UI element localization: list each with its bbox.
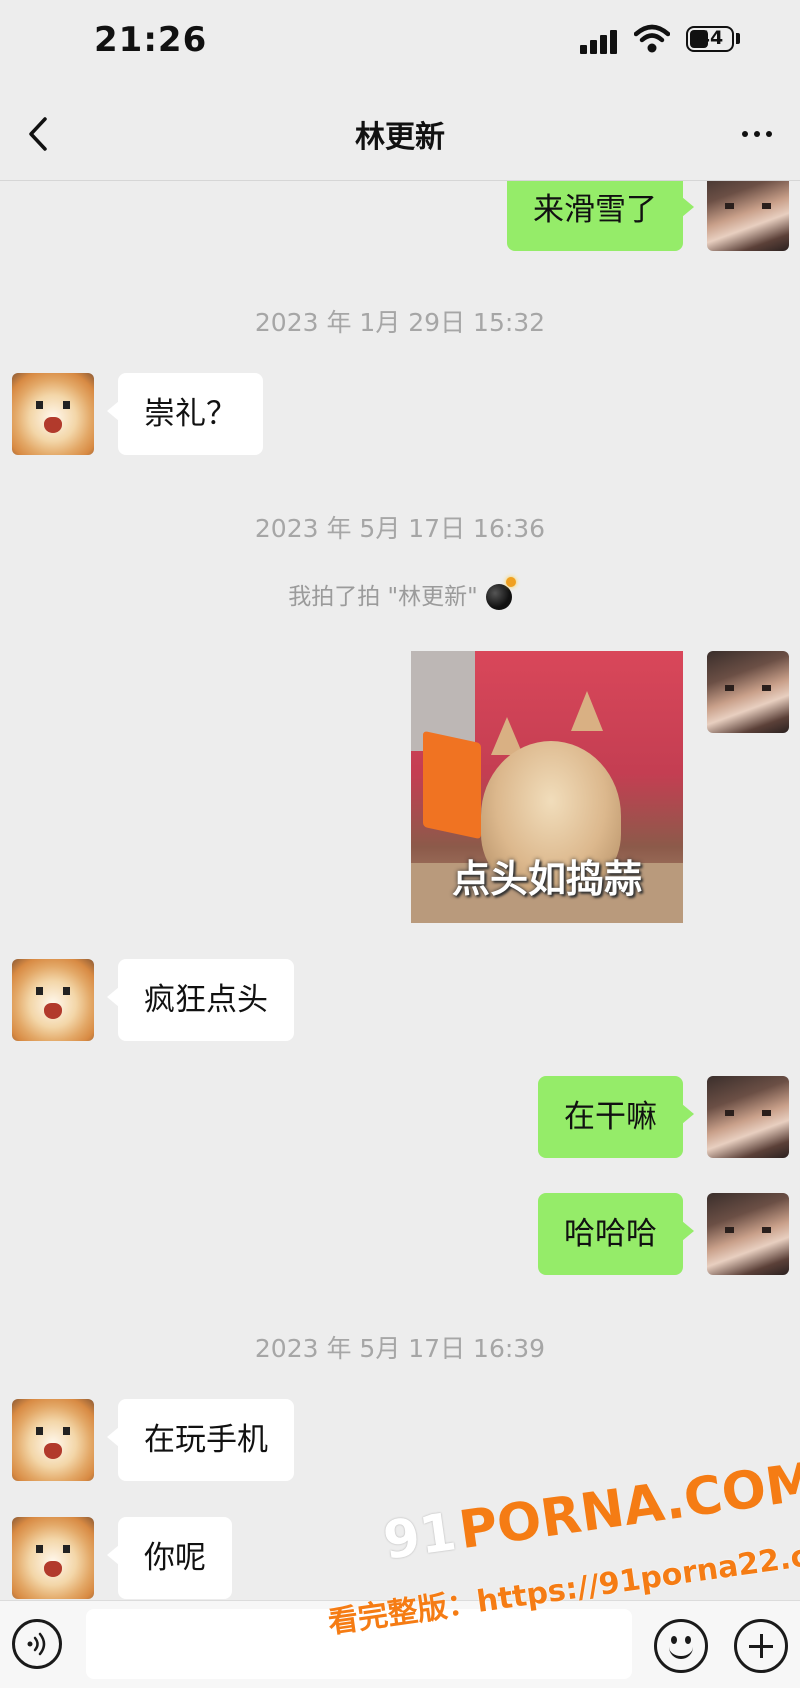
message-bubble-received[interactable]: 疯狂点头 xyxy=(107,959,294,1041)
contact-avatar[interactable] xyxy=(12,959,94,1041)
pat-notice-text: 我拍了拍 "林更新" xyxy=(288,584,478,610)
message-bubble-sent[interactable]: 哈哈哈 xyxy=(538,1193,694,1275)
cellular-signal-icon xyxy=(580,28,620,54)
chat-title: 林更新 xyxy=(355,120,445,155)
pat-notice: 我拍了拍 "林更新" xyxy=(0,577,800,611)
sticker-image[interactable]: 点头如捣蒜 xyxy=(411,651,683,923)
more-options-button[interactable] xyxy=(728,110,786,158)
chat-header: 林更新 xyxy=(0,88,800,181)
contact-avatar[interactable] xyxy=(12,373,94,455)
contact-avatar[interactable] xyxy=(12,1517,94,1599)
bomb-icon xyxy=(485,577,516,610)
timestamp: 2023 年 1月 29日 15:32 xyxy=(254,308,546,337)
message-bubble-received[interactable]: 崇礼？ xyxy=(107,373,263,455)
more-dots-icon xyxy=(742,131,748,137)
message-bubble-sent[interactable]: 在干嘛 xyxy=(538,1076,694,1158)
message-list[interactable]: 来滑雪了 2023 年 1月 29日 15:32 崇礼？ 2023 年 5月 1… xyxy=(0,181,800,1600)
plus-button[interactable] xyxy=(734,1619,788,1673)
timestamp: 2023 年 5月 17日 16:39 xyxy=(254,1334,546,1363)
wifi-icon xyxy=(633,24,671,58)
message-bubble-received[interactable]: 在玩手机 xyxy=(107,1399,294,1481)
status-time: 21:26 xyxy=(94,20,208,60)
message-bubble-sent[interactable]: 来滑雪了 xyxy=(507,181,694,251)
emoji-button[interactable] xyxy=(654,1619,708,1673)
battery-icon: 44 xyxy=(686,26,734,52)
timestamp: 2023 年 5月 17日 16:36 xyxy=(254,514,546,543)
status-bar: 21:26 44 xyxy=(0,0,800,88)
voice-icon xyxy=(27,1632,46,1656)
my-avatar[interactable] xyxy=(707,181,789,251)
input-bar xyxy=(0,1600,800,1688)
sticker-caption: 点头如捣蒜 xyxy=(451,857,642,901)
my-avatar[interactable] xyxy=(707,1076,789,1158)
voice-button[interactable] xyxy=(12,1619,62,1669)
battery-tip xyxy=(736,33,740,44)
my-avatar[interactable] xyxy=(707,651,789,733)
battery-level: 44 xyxy=(696,27,724,49)
message-bubble-received[interactable]: 你呢 xyxy=(107,1517,232,1599)
my-avatar[interactable] xyxy=(707,1193,789,1275)
emoji-icon xyxy=(671,1636,677,1644)
contact-avatar[interactable] xyxy=(12,1399,94,1481)
message-input[interactable] xyxy=(86,1609,632,1679)
